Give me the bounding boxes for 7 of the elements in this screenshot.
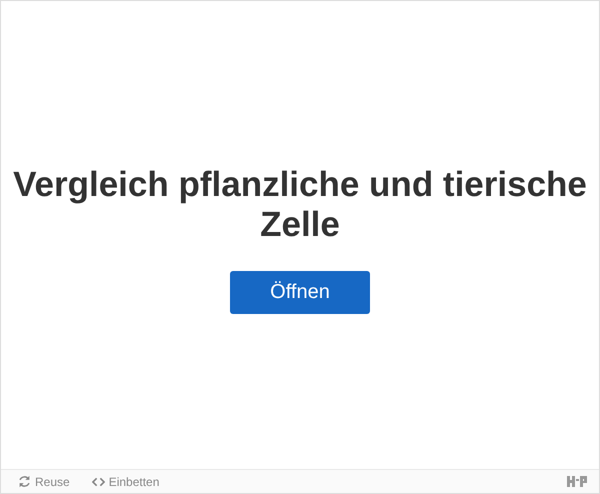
logo-icon <box>567 476 587 487</box>
content-title: Vergleich pflanzliche und tierische Zelle <box>12 164 588 244</box>
refresh-icon <box>18 475 31 488</box>
open-button[interactable]: Öffnen <box>230 270 370 314</box>
code-icon <box>92 476 105 486</box>
footer-link[interactable]: Einbetten <box>92 474 160 488</box>
footer-link[interactable]: Reuse <box>18 474 70 488</box>
